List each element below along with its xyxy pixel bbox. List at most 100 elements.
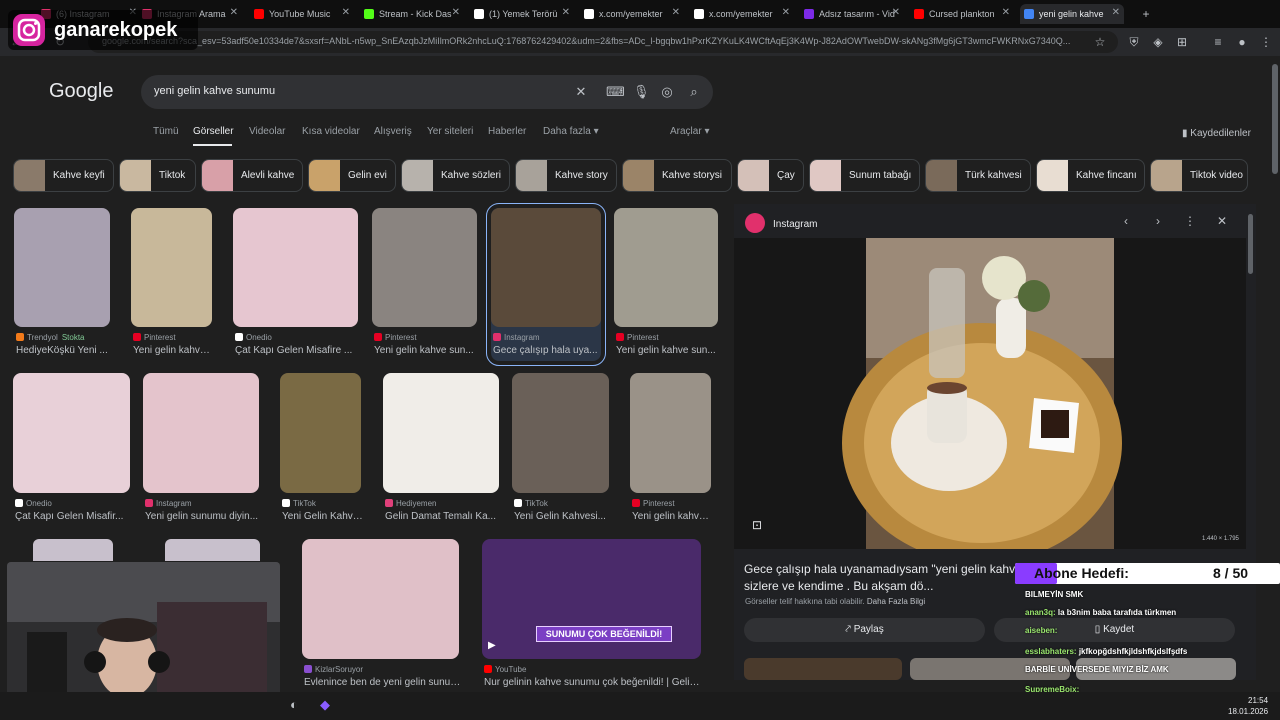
preview-scrollbar[interactable] <box>1248 214 1253 274</box>
saved-button[interactable]: ▮ Kaydedilenler <box>1182 128 1251 139</box>
result-source[interactable]: KizlarSoruyor <box>304 665 461 674</box>
result-title[interactable]: Çat Kapı Gelen Misafire ... <box>235 345 360 356</box>
result-source[interactable]: Pinterest <box>632 499 713 508</box>
address-bar[interactable]: google.com/search?sca_esv=53adf50e10334d… <box>88 31 1118 53</box>
browser-tab[interactable]: x.com/yemekter ✕ <box>580 4 684 24</box>
related-search-chip[interactable]: Gelin evi <box>308 159 396 192</box>
tab-close-icon[interactable]: ✕ <box>892 7 900 18</box>
image-result[interactable]: Pinterest Yeni gelin kahve s... <box>630 373 713 527</box>
extension-icon[interactable]: ◈ <box>1150 34 1166 50</box>
result-source[interactable]: Onedio <box>235 333 360 342</box>
image-result[interactable]: Trendyol Stokta HediyeKöşkü Yeni ... <box>14 208 110 361</box>
result-thumbnail[interactable] <box>491 208 601 327</box>
google-logo[interactable]: Google <box>49 80 114 103</box>
tab-shopping[interactable]: Alışveriş <box>374 126 412 137</box>
result-thumbnail[interactable] <box>33 539 113 561</box>
tab-close-icon[interactable]: ✕ <box>1002 7 1010 18</box>
image-result[interactable]: Onedio Çat Kapı Gelen Misafire ... <box>233 208 358 361</box>
result-thumbnail[interactable] <box>233 208 358 327</box>
new-tab-button[interactable]: + <box>1138 6 1154 22</box>
clear-icon[interactable]: ✕ <box>573 84 589 100</box>
browser-tab[interactable]: Stream - Kick Das ✕ <box>360 4 464 24</box>
result-thumbnail[interactable] <box>383 373 499 493</box>
previous-icon[interactable]: ‹ <box>1118 213 1134 229</box>
image-result[interactable]: YouTube Nur gelinin kahve sunumu çok beğe… <box>482 539 703 693</box>
result-title[interactable]: Evlenince ben de yeni gelin sunumlar... <box>304 677 461 688</box>
result-title[interactable]: Yeni gelin kahve s... <box>632 511 713 522</box>
profile-icon[interactable]: ● <box>1234 34 1250 50</box>
image-result[interactable]: TikTok Yeni Gelin Kahvesi... <box>512 373 609 527</box>
browser-tab[interactable]: yeni gelin kahve ✕ <box>1020 4 1124 24</box>
result-thumbnail[interactable] <box>280 373 361 493</box>
result-title[interactable]: Çat Kapı Gelen Misafir... <box>15 511 132 522</box>
browser-tab[interactable]: YouTube Music ✕ <box>250 4 354 24</box>
tab-images[interactable]: Görseller <box>193 126 234 137</box>
related-search-chip[interactable]: Kahve keyfi <box>13 159 114 192</box>
search-box[interactable]: yeni gelin kahve sunumu ✕ ⌨ 🎙 ◎ ⌕ <box>141 75 713 109</box>
result-thumbnail[interactable] <box>630 373 711 493</box>
app-icon[interactable]: ◆ <box>320 697 330 713</box>
image-result[interactable]: Instagram Gece çalışıp hala uya... <box>486 203 606 366</box>
result-thumbnail[interactable] <box>165 539 260 561</box>
related-image[interactable] <box>744 658 902 680</box>
result-source[interactable]: Pinterest <box>374 333 479 342</box>
image-result[interactable]: Pinterest Yeni gelin kahve sun... <box>372 208 477 361</box>
image-result[interactable]: Hediyemen Gelin Damat Temalı Ka... <box>383 373 499 527</box>
result-source[interactable]: Trendyol Stokta <box>16 333 112 342</box>
image-result[interactable]: Pinterest Yeni gelin kahve s... <box>131 208 214 361</box>
result-title[interactable]: Yeni gelin kahve s... <box>133 345 214 356</box>
tab-close-icon[interactable]: ✕ <box>562 7 570 18</box>
share-button[interactable]: ⤤ Paylaş <box>744 618 985 642</box>
result-source[interactable]: Pinterest <box>133 333 214 342</box>
related-search-chip[interactable]: Kahve story <box>515 159 617 192</box>
close-icon[interactable]: ✕ <box>1214 213 1230 229</box>
image-result[interactable]: TikTok Yeni Gelin Kahve ... <box>280 373 363 527</box>
extensions-puzzle-icon[interactable]: ⊞ <box>1174 34 1190 50</box>
result-source[interactable]: YouTube <box>484 665 703 674</box>
image-result[interactable]: Instagram Yeni gelin sunumu diyin... <box>143 373 259 527</box>
result-title[interactable]: Gelin Damat Temalı Ka... <box>385 511 501 522</box>
result-source[interactable]: Onedio <box>15 499 132 508</box>
result-thumbnail[interactable] <box>614 208 718 327</box>
related-search-chip[interactable]: Tiktok video <box>1150 159 1248 192</box>
tab-more[interactable]: Daha fazla ▾ <box>543 126 599 137</box>
related-search-chip[interactable]: Türk kahvesi <box>925 159 1031 192</box>
page-scrollbar[interactable] <box>1272 64 1278 174</box>
result-source[interactable]: Hediyemen <box>385 499 501 508</box>
more-options-icon[interactable]: ⋮ <box>1182 213 1198 229</box>
result-title[interactable]: Yeni gelin kahve sun... <box>616 345 720 356</box>
preview-image[interactable] <box>734 238 1246 563</box>
result-thumbnail[interactable] <box>143 373 259 493</box>
image-result[interactable]: Pinterest Yeni gelin kahve sun... <box>614 208 718 361</box>
result-source[interactable]: Instagram <box>493 333 603 342</box>
tab-local[interactable]: Yer siteleri <box>427 126 473 137</box>
tab-close-icon[interactable]: ✕ <box>672 7 680 18</box>
result-thumbnail[interactable] <box>372 208 477 327</box>
search-input[interactable]: yeni gelin kahve sunumu <box>154 85 275 97</box>
bookmark-star-icon[interactable]: ☆ <box>1092 34 1108 50</box>
app-icon[interactable]: ◐ <box>290 697 298 712</box>
result-thumbnail[interactable] <box>512 373 609 493</box>
related-search-chip[interactable]: Alevli kahve <box>201 159 303 192</box>
keyboard-icon[interactable]: ⌨ <box>606 84 625 100</box>
tools-button[interactable]: Araçlar ▾ <box>670 126 710 137</box>
result-source[interactable]: TikTok <box>282 499 363 508</box>
tab-videos[interactable]: Videolar <box>249 126 286 137</box>
related-search-chip[interactable]: Kahve storysi <box>622 159 732 192</box>
result-title[interactable]: Yeni gelin sunumu diyin... <box>145 511 261 522</box>
menu-icon[interactable]: ⋮ <box>1258 34 1274 50</box>
browser-tab[interactable]: Cursed plankton ✕ <box>910 4 1014 24</box>
result-title[interactable]: HediyeKöşkü Yeni ... <box>16 345 112 356</box>
tab-close-icon[interactable]: ✕ <box>452 7 460 18</box>
result-title[interactable]: Yeni gelin kahve sun... <box>374 345 479 356</box>
result-source[interactable]: TikTok <box>514 499 611 508</box>
result-thumbnail[interactable] <box>302 539 459 659</box>
result-title[interactable]: Nur gelinin kahve sunumu çok beğenildi! … <box>484 677 703 688</box>
preview-source[interactable]: Instagram <box>745 213 817 233</box>
tab-all[interactable]: Tümü <box>153 126 179 137</box>
tab-close-icon[interactable]: ✕ <box>230 7 238 18</box>
microphone-icon[interactable]: 🎙 <box>633 84 650 100</box>
tab-news[interactable]: Haberler <box>488 126 526 137</box>
result-title[interactable]: Gece çalışıp hala uya... <box>493 345 603 356</box>
related-search-chip[interactable]: Kahve fincanı <box>1036 159 1145 192</box>
